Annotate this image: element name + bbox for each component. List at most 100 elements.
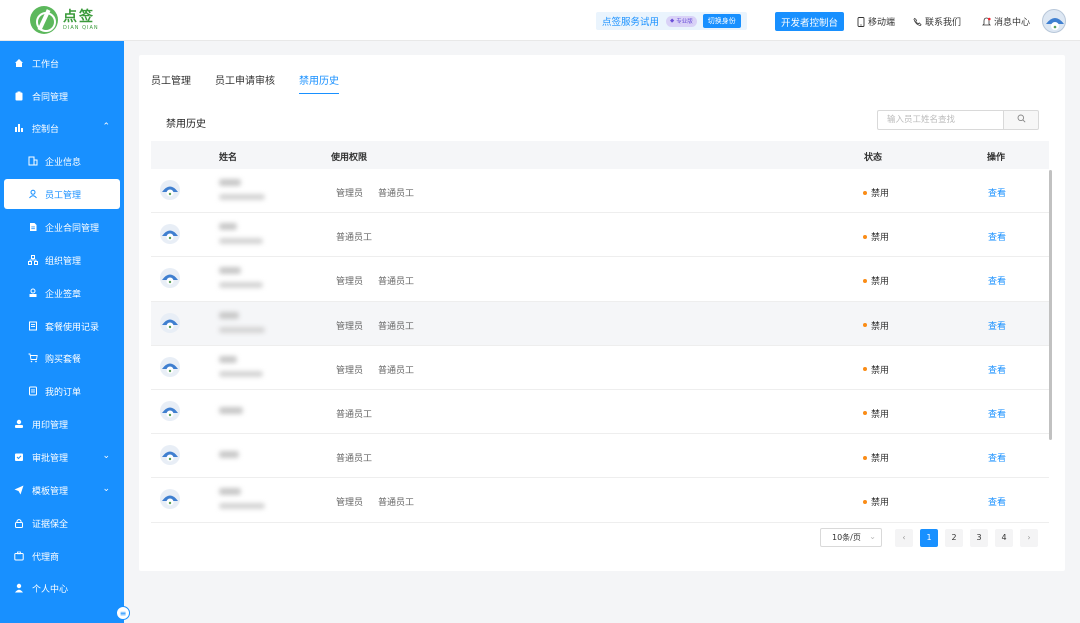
tab-bar: 员工管理 员工申请审核 禁用历史 (151, 72, 363, 94)
column-header-permissions: 使用权限 (331, 153, 368, 163)
switch-identity-button[interactable]: 切换身份 (702, 14, 741, 28)
sidebar-item-templates[interactable]: 模板管理 ⌄ (0, 475, 124, 505)
column-header-name: 姓名 (219, 153, 238, 163)
sidebar-item-personal-center[interactable]: 个人中心 (0, 573, 124, 603)
sidebar-item-contracts[interactable]: 合同管理 (0, 81, 124, 111)
page-4-button[interactable]: 4 (995, 528, 1013, 547)
table-row: 普通员工 禁用 查看 (151, 390, 1049, 435)
bar-chart-icon (14, 123, 24, 133)
sidebar-item-company-info[interactable]: 企业信息 (0, 146, 124, 176)
view-link[interactable]: 查看 (988, 230, 1006, 243)
chevron-down-icon: ⌄ (102, 451, 110, 461)
page-3-button[interactable]: 3 (970, 528, 988, 547)
page-2-button[interactable]: 2 (945, 528, 963, 547)
view-link[interactable]: 查看 (988, 495, 1006, 508)
permission-label: 普通员工 (378, 498, 415, 509)
sidebar-item-company-seal[interactable]: 企业签章 (0, 278, 124, 308)
view-link[interactable]: 查看 (988, 363, 1006, 376)
permission-label: 普通员工 (336, 409, 373, 420)
status-dot (863, 411, 867, 416)
diamond-icon: ◆ (670, 18, 675, 24)
page-1-button[interactable]: 1 (920, 528, 938, 547)
table-row: 管理员 普通员工 禁用 查看 (151, 169, 1049, 214)
sidebar-item-workbench[interactable]: 工作台 (0, 48, 124, 78)
logo-subtitle: DIAN QIAN (63, 24, 99, 31)
tab-employee-management[interactable]: 员工管理 (151, 72, 191, 94)
blurred-employee-name (219, 488, 241, 496)
status-badge: 禁用 (863, 407, 889, 420)
status-dot (863, 499, 867, 504)
trial-banner: 点签服务试用 ◆ 专业版 切换身份 (596, 12, 747, 30)
contact-link[interactable]: 联系我们 (913, 15, 961, 28)
view-link[interactable]: 查看 (988, 186, 1006, 199)
employee-avatar (160, 489, 180, 510)
blurred-employee-phone (219, 194, 265, 200)
page-size-select[interactable]: 10条/页 ⌄ (820, 528, 882, 547)
developer-console-button[interactable]: 开发者控制台 (775, 12, 845, 31)
clipboard-icon (14, 91, 24, 101)
sidebar-item-package-records[interactable]: 套餐使用记录 (0, 311, 124, 341)
employee-avatar (160, 400, 180, 421)
status-dot (863, 190, 867, 195)
sidebar-item-buy-package[interactable]: 购买套餐 (0, 343, 124, 373)
collapse-sidebar-icon[interactable]: ≡ (116, 606, 130, 620)
chevron-left-icon: ‹ (902, 533, 906, 542)
chevron-right-icon: › (1027, 533, 1031, 542)
permission-label: 管理员 (336, 498, 364, 509)
next-page-button[interactable]: › (1020, 528, 1038, 547)
blurred-employee-phone (219, 503, 265, 510)
mobile-link[interactable]: 移动端 (856, 15, 895, 28)
logo-icon (30, 6, 58, 34)
status-badge: 禁用 (863, 319, 889, 332)
sidebar-item-organization[interactable]: 组织管理 (0, 245, 124, 275)
sidebar: 工作台 合同管理 控制台 ⌃ 企业信息 员工管理 企业合同管理 组织管理 企业签… (0, 41, 124, 623)
blurred-employee-phone (219, 370, 263, 377)
employee-avatar (160, 180, 180, 200)
tab-disable-history[interactable]: 禁用历史 (299, 72, 339, 94)
status-badge: 禁用 (863, 230, 889, 243)
permission-label: 管理员 (336, 189, 364, 199)
briefcase-icon (14, 551, 24, 561)
permission-label: 管理员 (336, 365, 364, 376)
search-input[interactable] (877, 110, 1003, 130)
status-dot (863, 367, 867, 372)
sidebar-item-agents[interactable]: 代理商 (0, 541, 124, 571)
status-badge: 禁用 (863, 363, 889, 376)
status-badge: 禁用 (863, 451, 889, 464)
tab-employee-application-review[interactable]: 员工申请审核 (215, 72, 275, 94)
sidebar-item-my-orders[interactable]: 我的订单 (0, 376, 124, 406)
seal-icon (14, 419, 24, 429)
trial-text[interactable]: 点签服务试用 (602, 14, 659, 28)
permission-label: 普通员工 (336, 454, 373, 465)
view-link[interactable]: 查看 (988, 407, 1006, 420)
sidebar-item-evidence[interactable]: 证据保全 (0, 508, 124, 538)
org-tree-icon (28, 255, 38, 265)
column-header-action: 操作 (987, 153, 1006, 163)
blurred-employee-name (219, 311, 239, 319)
message-center-link[interactable]: 消息中心 (982, 15, 1030, 28)
sidebar-item-employee-management[interactable]: 员工管理 (4, 179, 120, 209)
prev-page-button[interactable]: ‹ (895, 528, 913, 547)
sidebar-item-seal-usage[interactable]: 用印管理 (0, 409, 124, 439)
employee-avatar (160, 268, 180, 289)
sidebar-item-approval[interactable]: 审批管理 ⌄ (0, 442, 124, 472)
bell-icon (982, 16, 991, 27)
view-link[interactable]: 查看 (988, 451, 1006, 464)
user-avatar[interactable] (1042, 9, 1066, 33)
sidebar-item-company-contracts[interactable]: 企业合同管理 (0, 212, 124, 242)
view-link[interactable]: 查看 (988, 319, 1006, 332)
search-icon (1017, 114, 1026, 126)
status-dot (863, 455, 867, 460)
blurred-employee-name (219, 267, 241, 275)
sidebar-item-console[interactable]: 控制台 ⌃ (0, 113, 124, 143)
approval-icon (14, 452, 24, 462)
record-icon (28, 321, 38, 331)
table-scrollbar[interactable] (1049, 170, 1052, 440)
telephone-icon (913, 16, 922, 27)
logo[interactable]: 点签 DIAN QIAN (30, 6, 99, 34)
view-link[interactable]: 查看 (988, 274, 1006, 287)
table-header: 姓名 使用权限 状态 操作 (151, 141, 1049, 169)
search-button[interactable] (1003, 110, 1039, 130)
employee-table: 姓名 使用权限 状态 操作 管理员 普通员工 禁用 查看 普通员工 禁用 查看 管理员 普通员工… (151, 141, 1049, 523)
blurred-employee-name (219, 179, 241, 186)
